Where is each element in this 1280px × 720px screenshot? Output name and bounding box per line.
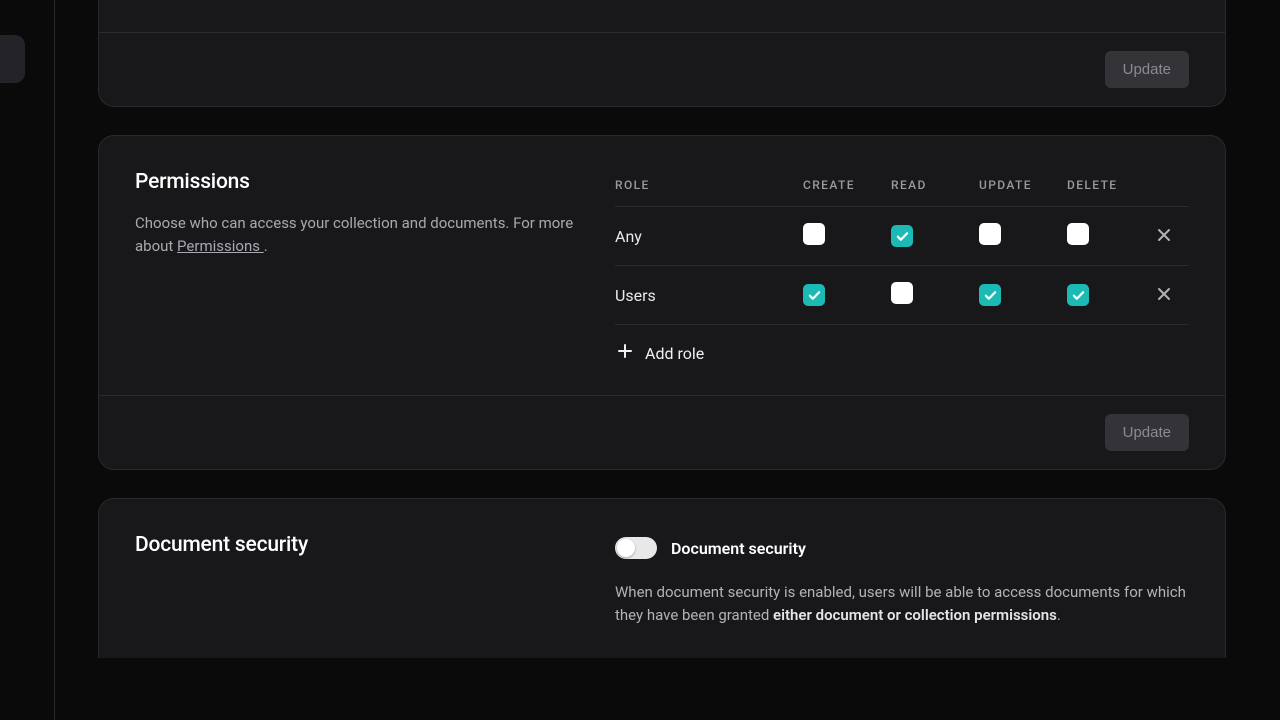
role-name: Any bbox=[615, 227, 803, 246]
checkbox-delete[interactable] bbox=[1067, 284, 1089, 306]
permissions-table: ROLE CREATE READ UPDATE DELETE Any Users bbox=[615, 170, 1189, 325]
update-button[interactable]: Update bbox=[1105, 414, 1189, 451]
settings-card-prev: Update bbox=[98, 0, 1226, 107]
col-delete: DELETE bbox=[1067, 178, 1155, 192]
permissions-row: Users bbox=[615, 266, 1189, 325]
add-role-label: Add role bbox=[645, 344, 704, 363]
checkbox-read[interactable] bbox=[891, 282, 913, 304]
checkbox-delete[interactable] bbox=[1067, 223, 1089, 245]
document-security-toggle[interactable] bbox=[615, 537, 657, 559]
document-security-title: Document security bbox=[135, 533, 575, 557]
plus-icon bbox=[617, 343, 633, 363]
remove-role-icon[interactable] bbox=[1155, 226, 1173, 244]
checkbox-update[interactable] bbox=[979, 284, 1001, 306]
role-name: Users bbox=[615, 286, 803, 305]
col-update: UPDATE bbox=[979, 178, 1067, 192]
document-security-desc: When document security is enabled, users… bbox=[615, 581, 1189, 628]
checkbox-create[interactable] bbox=[803, 284, 825, 306]
document-security-toggle-label: Document security bbox=[671, 539, 806, 558]
card-footer: Update bbox=[99, 32, 1225, 106]
sidebar-collapsed-stub[interactable] bbox=[0, 35, 25, 83]
permissions-row: Any bbox=[615, 207, 1189, 266]
card-footer: Update bbox=[99, 395, 1225, 469]
col-create: CREATE bbox=[803, 178, 891, 192]
col-read: READ bbox=[891, 178, 979, 192]
col-role: ROLE bbox=[615, 178, 803, 192]
checkbox-create[interactable] bbox=[803, 223, 825, 245]
vertical-divider bbox=[54, 0, 55, 720]
permissions-doc-link[interactable]: Permissions bbox=[177, 237, 264, 255]
permissions-description: Choose who can access your collection an… bbox=[135, 212, 575, 259]
checkbox-update[interactable] bbox=[979, 223, 1001, 245]
checkbox-read[interactable] bbox=[891, 225, 913, 247]
permissions-table-header: ROLE CREATE READ UPDATE DELETE bbox=[615, 170, 1189, 207]
permissions-card: Permissions Choose who can access your c… bbox=[98, 135, 1226, 470]
update-button[interactable]: Update bbox=[1105, 51, 1189, 88]
toggle-knob bbox=[617, 539, 635, 557]
add-role-button[interactable]: Add role bbox=[615, 325, 706, 365]
document-security-card: Document security Document security When… bbox=[98, 498, 1226, 658]
main-content: Update Permissions Choose who can access… bbox=[98, 0, 1226, 686]
permissions-title: Permissions bbox=[135, 170, 575, 194]
remove-role-icon[interactable] bbox=[1155, 285, 1173, 303]
